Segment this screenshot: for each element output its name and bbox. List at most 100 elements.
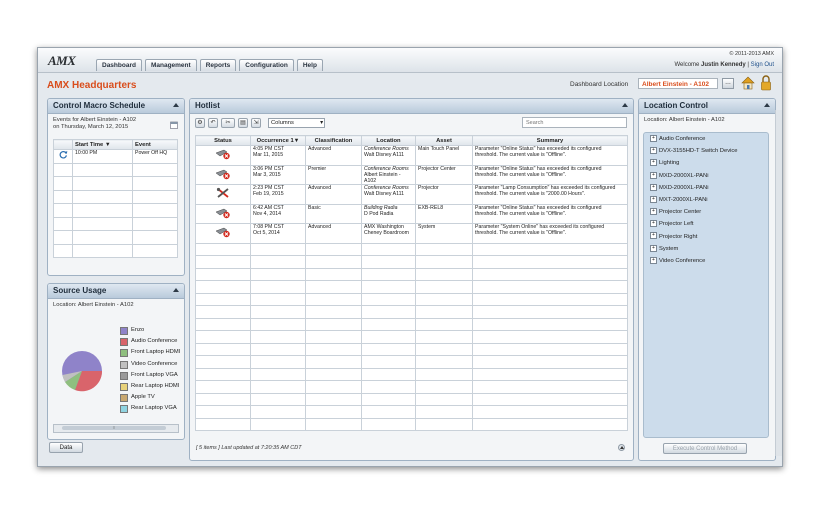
tree-item-system[interactable]: + System: [644, 243, 768, 255]
status-cell: [195, 223, 251, 244]
location-room: D Pod Radia: [364, 210, 394, 217]
legend-label: Apple TV: [131, 394, 155, 401]
sign-out-link[interactable]: Sign Out: [751, 62, 774, 68]
legend-item: Front Laptop HDMI: [120, 348, 182, 359]
data-button[interactable]: Data: [49, 442, 83, 453]
source-usage-header: Source Usage: [48, 284, 184, 299]
search-input[interactable]: [522, 117, 627, 128]
expand-icon[interactable]: +: [650, 232, 657, 240]
table-row[interactable]: 7:08 PM CST Oct 5, 2014 Advanced AMX Wash…: [195, 223, 628, 244]
device-tree: + Audio Conference + DVX-3155HD-T Switch D…: [643, 132, 769, 438]
settings-icon[interactable]: ⚙: [195, 118, 205, 128]
horizontal-scrollbar[interactable]: ≡: [53, 424, 179, 433]
table-row[interactable]: 3:06 PM CST Mar 3, 2015 Premier Conferenc…: [195, 164, 628, 185]
col-start-time[interactable]: Start Time ▼: [72, 139, 133, 150]
hotlist-title: Hotlist: [195, 101, 220, 110]
col-location[interactable]: Location: [361, 135, 416, 146]
table-row[interactable]: 6:42 AM CST Nov 4, 2014 Basic Building Ra…: [195, 203, 628, 224]
tab-reports[interactable]: Reports: [199, 59, 237, 71]
hotlist-panel: Hotlist ⚙ ↶ ✂ ▤ ⇲ Columns ▾ Status Occur…: [189, 98, 634, 461]
classification-cell: Advanced: [305, 145, 362, 166]
calendar-icon[interactable]: [170, 121, 178, 129]
col-asset[interactable]: Asset: [415, 135, 473, 146]
collapse-icon[interactable]: [622, 103, 628, 107]
dashboard-location-field[interactable]: Albert Einstein - A102: [638, 78, 718, 89]
events-caption: Events for Albert Einstein - A102 on Thu…: [48, 114, 184, 134]
expand-icon[interactable]: +: [650, 256, 657, 264]
projector-error-icon: [215, 169, 230, 179]
expand-icon[interactable]: +: [650, 220, 657, 228]
tab-help[interactable]: Help: [296, 59, 323, 71]
expand-icon[interactable]: +: [650, 147, 657, 155]
expand-icon[interactable]: +: [650, 171, 657, 179]
occurrence-date: Mar 3, 2015: [253, 171, 281, 178]
tree-item-projector-left[interactable]: + Projector Left: [644, 218, 768, 230]
print-icon[interactable]: ▤: [238, 118, 248, 128]
home-icon[interactable]: [740, 75, 756, 91]
col-occurrence[interactable]: Occurrence 1▼: [250, 135, 306, 146]
tab-dashboard[interactable]: Dashboard: [96, 59, 142, 71]
tree-item-audio-conference[interactable]: + Audio Conference: [644, 133, 768, 145]
asset-cell: System: [415, 223, 473, 244]
legend-item: Apple TV: [120, 393, 182, 404]
tree-item-label: Video Conference: [659, 257, 706, 264]
source-usage-panel: Source Usage Location: Albert Einstein -…: [47, 283, 185, 440]
tree-item-mxd-pan-1[interactable]: + MXD-2000XL-PANi: [644, 170, 768, 182]
tree-item-dvx-switch[interactable]: + DVX-3155HD-T Switch Device: [644, 145, 768, 157]
status-cell: [195, 184, 251, 205]
scroll-top-button[interactable]: [618, 444, 625, 451]
welcome-area: Welcome Justin Kennedy | Sign Out: [674, 62, 774, 68]
expand-icon[interactable]: +: [650, 159, 657, 167]
occurrence-cell: 4:05 PM CST Mar 11, 2015: [250, 145, 306, 166]
tab-configuration[interactable]: Configuration: [239, 59, 294, 71]
tree-item-projector-right[interactable]: + Projector Right: [644, 231, 768, 243]
undo-icon[interactable]: ↶: [208, 118, 218, 128]
legend-item: Rear Laptop VGA: [120, 404, 182, 415]
legend-swatch: [120, 394, 128, 403]
occurrence-date: Feb 19, 2015: [253, 191, 284, 197]
copyright-text: © 2011-2013 AMX: [729, 51, 774, 57]
tab-management[interactable]: Management: [144, 59, 197, 71]
hotlist-table: Status Occurrence 1▼ Classification Loca…: [195, 135, 628, 431]
collapse-icon[interactable]: [173, 103, 179, 107]
tools-icon[interactable]: ✂: [221, 118, 235, 128]
window-vertical-scrollbar[interactable]: [775, 110, 782, 456]
expand-icon[interactable]: +: [650, 134, 657, 142]
table-row[interactable]: 4:05 PM CST Mar 11, 2015 Advanced Confere…: [195, 145, 628, 166]
events-line-2: on Thursday, March 12, 2015: [53, 124, 129, 130]
execute-control-method-button[interactable]: Execute Control Method: [663, 443, 747, 454]
asset-cell: Projector Center: [415, 164, 473, 185]
col-summary[interactable]: Summary: [472, 135, 628, 146]
tree-item-video-conference[interactable]: + Video Conference: [644, 255, 768, 267]
scroll-thumb[interactable]: ≡: [62, 426, 166, 430]
tree-item-label: MXD-2000XL-PANi: [659, 172, 709, 179]
tree-item-label: Projector Left: [659, 221, 694, 228]
expand-icon[interactable]: +: [650, 183, 657, 191]
expand-icon[interactable]: +: [650, 208, 657, 216]
col-classification[interactable]: Classification: [305, 135, 362, 146]
location-picker-button[interactable]: …: [722, 78, 734, 89]
col-status[interactable]: Status: [195, 135, 251, 146]
col-event[interactable]: Event: [132, 139, 178, 150]
table-row[interactable]: 2:23 PM CST Feb 19, 2015 Advanced Confere…: [195, 184, 628, 205]
legend-swatch: [120, 382, 128, 391]
lock-icon[interactable]: [760, 75, 772, 91]
export-icon[interactable]: ⇲: [251, 118, 261, 128]
tree-item-projector-center[interactable]: + Projector Center: [644, 206, 768, 218]
tree-item-label: MXD-2000XL-PANi: [659, 184, 709, 191]
expand-icon[interactable]: +: [650, 244, 657, 252]
collapse-icon[interactable]: [764, 103, 770, 107]
tree-item-lighting[interactable]: + Lighting: [644, 157, 768, 169]
location-cell: AMX Washington Cheney Boardroom: [361, 223, 416, 244]
summary-cell: Parameter "System Online" has exceeded i…: [472, 223, 628, 244]
collapse-icon[interactable]: [173, 288, 179, 292]
table-row[interactable]: 10:00 PM Power Off HQ: [53, 149, 178, 164]
control-macro-panel: Control Macro Schedule Events for Albert…: [47, 98, 185, 276]
tree-item-mxd-pan-2[interactable]: + MXD-2000XL-PANi: [644, 182, 768, 194]
tree-item-mxt-pan[interactable]: + MXT-2000XL-PANi: [644, 194, 768, 206]
source-usage-location: Location: Albert Einstein - A102: [53, 302, 134, 308]
classification-cell: Premier: [305, 164, 362, 185]
columns-select[interactable]: Columns ▾: [268, 118, 325, 128]
status-cell: [195, 203, 251, 224]
expand-icon[interactable]: +: [650, 195, 657, 203]
